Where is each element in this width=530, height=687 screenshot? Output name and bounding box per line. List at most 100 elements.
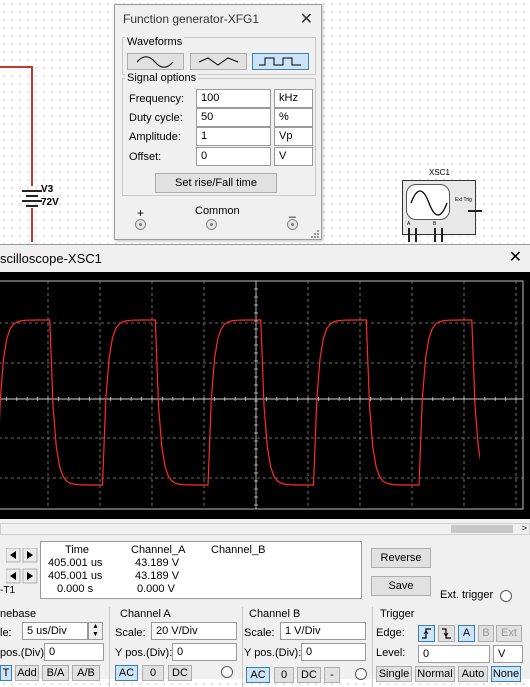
oscilloscope-window[interactable]: scilloscope-XSC1 ✕ > -T1 Time Channel_A …	[0, 244, 530, 687]
wire	[31, 208, 33, 242]
col-channel-b-header: Channel_B	[211, 544, 266, 556]
channel-b-ypos-label: Y pos.(Div):	[244, 647, 302, 659]
trigger-level-unit[interactable]: V	[493, 645, 523, 663]
channel-b-scale-input[interactable]: 1 V/Div	[280, 622, 366, 640]
common-terminal[interactable]	[206, 219, 217, 230]
channel-b-dc-button[interactable]: DC	[297, 667, 321, 683]
trigger-source-ext-button[interactable]: Ext	[496, 625, 522, 642]
divider	[242, 607, 243, 687]
channel-a-scale-input[interactable]: 20 V/Div	[151, 622, 237, 640]
amplitude-unit[interactable]: Vp	[274, 127, 313, 146]
channel-b-scale-label: Scale:	[244, 627, 275, 639]
scope-ref: XSC1	[429, 168, 450, 177]
reverse-button[interactable]: Reverse	[371, 548, 431, 568]
duty-cycle-input[interactable]: 50	[196, 108, 271, 127]
minus-terminal[interactable]	[287, 219, 298, 230]
rising-edge-button[interactable]	[418, 625, 435, 642]
timebase-xpos-input[interactable]: 0	[44, 643, 104, 661]
horizontal-scrollbar[interactable]: >	[0, 523, 530, 535]
wire	[408, 228, 410, 242]
ext-trigger-label: Ext. trigger	[440, 589, 494, 601]
scope-screen-icon	[406, 184, 450, 220]
timebase-scale-input[interactable]: 5 us/Div	[22, 622, 88, 640]
measurement-readout: Time Channel_A Channel_B 405.001 us 43.1…	[40, 541, 362, 599]
channel-b-ac-button[interactable]: AC	[246, 667, 270, 683]
resize-grip-icon[interactable]	[310, 229, 320, 239]
close-icon[interactable]: ✕	[300, 9, 313, 29]
function-generator-window[interactable]: Function generator-XFG1 ✕ Waveforms Sign…	[114, 4, 322, 240]
channel-a-ypos-input[interactable]: 0	[172, 643, 237, 661]
scope-grid	[0, 280, 524, 510]
square-wave-icon	[259, 57, 301, 66]
triangle-wave-button[interactable]	[190, 53, 247, 70]
oscilloscope-symbol[interactable]: Ext Trig A B	[402, 180, 476, 235]
triangle-wave-icon	[198, 57, 239, 66]
battery-plate	[26, 205, 38, 207]
scope-display[interactable]	[0, 272, 530, 519]
trigger-auto-button[interactable]: Auto	[458, 666, 488, 682]
channel-b-minus-button[interactable]: -	[324, 667, 340, 683]
trigger-level-label: Level:	[376, 647, 406, 659]
scroll-right-icon[interactable]: >	[522, 523, 527, 533]
timebase-xpos-label: pos.(Div):	[0, 647, 48, 659]
pin-a-label: A	[407, 221, 411, 227]
battery-ref: V3	[41, 184, 54, 195]
battery-plate	[22, 200, 42, 202]
sine-wave-button[interactable]	[127, 53, 184, 70]
offset-input[interactable]: 0	[196, 147, 271, 166]
channel-b-zero-button[interactable]: 0	[274, 667, 294, 683]
offset-unit[interactable]: V	[274, 147, 313, 166]
timebase-scale-label: le:	[0, 627, 12, 639]
trigger-source-b-button[interactable]: B	[478, 625, 494, 642]
channel-a-terminal[interactable]	[221, 666, 233, 678]
set-rise-fall-button[interactable]: Set rise/Fall time	[155, 173, 277, 193]
battery-value: 72V	[41, 197, 59, 208]
amplitude-input[interactable]: 1	[196, 127, 271, 146]
scrollbar-thumb[interactable]	[451, 525, 513, 533]
frequency-label: Frequency:	[129, 93, 185, 105]
battery-plate	[22, 190, 42, 192]
wire	[0, 66, 32, 68]
channel-b-label: Channel B	[249, 608, 301, 620]
divider	[109, 607, 110, 687]
duty-cycle-unit[interactable]: %	[274, 108, 313, 127]
sine-wave-icon	[136, 56, 174, 68]
window-title: scilloscope-XSC1	[0, 251, 102, 266]
offset-label: Offset:	[129, 151, 162, 163]
frequency-input[interactable]: 100	[196, 89, 271, 108]
t2-label: -T1	[0, 585, 15, 596]
close-icon[interactable]: ✕	[509, 247, 522, 267]
row-delta-time: 0.000 s	[57, 583, 94, 595]
ext-trigger-terminal[interactable]	[500, 590, 512, 602]
channel-b-ypos-input[interactable]: 0	[301, 643, 366, 661]
channel-a-scale-label: Scale:	[115, 627, 146, 639]
pin-b-label: B	[433, 221, 437, 227]
timebase-label: nebase	[0, 608, 37, 620]
channel-a-label: Channel A	[120, 608, 171, 620]
save-button[interactable]: Save	[371, 576, 431, 596]
trigger-edge-label: Edge:	[376, 627, 405, 639]
trigger-single-button[interactable]: Single	[376, 666, 412, 682]
trigger-none-button[interactable]: None	[491, 666, 521, 682]
battery-plate	[26, 195, 38, 197]
trigger-normal-button[interactable]: Normal	[415, 666, 455, 682]
common-terminal-label: Common	[195, 205, 240, 217]
plus-terminal[interactable]	[135, 219, 146, 230]
wire	[31, 66, 33, 186]
duty-cycle-label: Duty cycle:	[129, 112, 183, 124]
screen-frame	[0, 280, 524, 510]
window-title: Function generator-XFG1	[123, 12, 260, 26]
timebase-spinner[interactable]: ▲ ▼	[88, 622, 103, 640]
trigger-source-a-button[interactable]: A	[458, 625, 475, 642]
trigger-level-input[interactable]: 0	[418, 645, 490, 663]
falling-edge-button[interactable]	[438, 625, 455, 642]
frequency-unit[interactable]: kHz	[274, 89, 313, 108]
waveforms-label: Waveforms	[125, 36, 185, 48]
channel-b-terminal[interactable]	[355, 668, 367, 680]
ext-trig-label: Ext Trig	[455, 197, 472, 203]
wire	[441, 228, 443, 242]
row-t2-channel-a: 43.189 V	[135, 570, 180, 582]
trigger-label: Trigger	[380, 608, 415, 620]
square-wave-button[interactable]	[252, 53, 309, 70]
plus-terminal-label: +	[137, 206, 145, 220]
